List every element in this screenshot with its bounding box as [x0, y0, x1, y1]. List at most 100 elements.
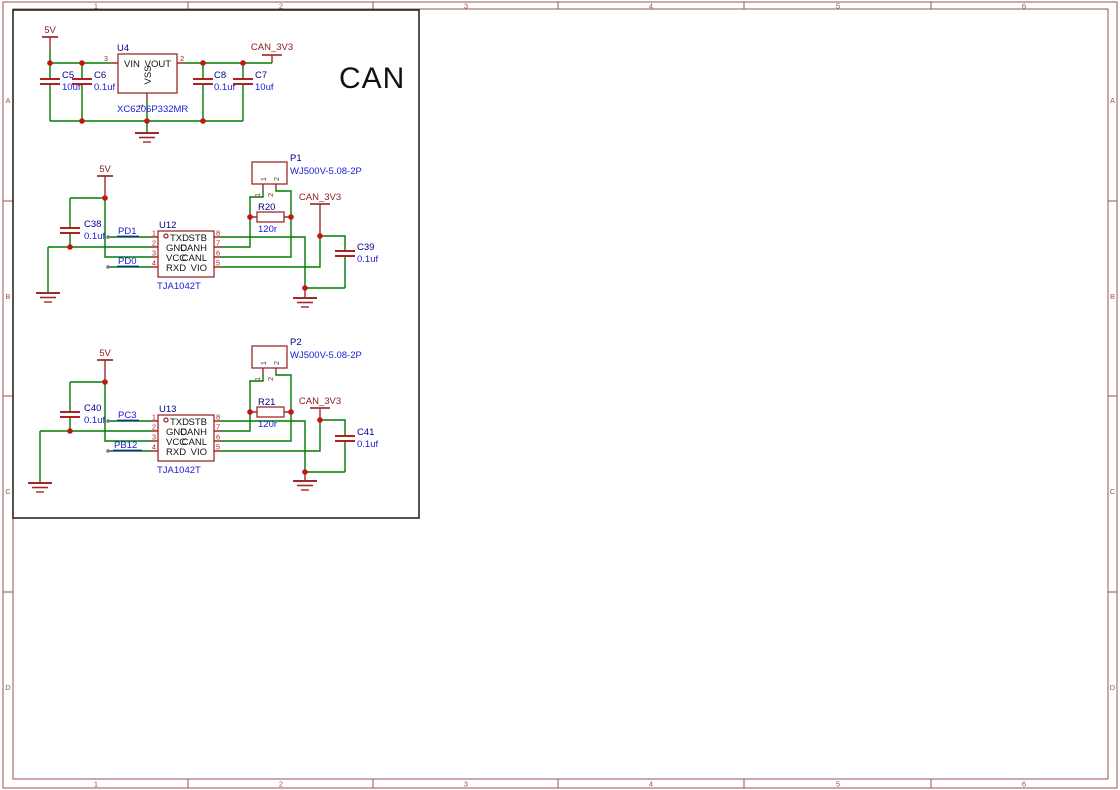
col-label-top: 6	[1022, 2, 1026, 11]
refdes: C41	[357, 427, 374, 438]
pin-number: 3	[104, 54, 108, 63]
refdes: R21	[258, 397, 275, 408]
pin-number: 2	[152, 239, 156, 248]
part-number: XC6206P332MR	[117, 104, 188, 115]
conn-pin-name: 2	[274, 177, 281, 181]
pin-number: 1	[152, 413, 156, 422]
col-label-bottom: 4	[649, 780, 653, 789]
pin-number: 3	[152, 433, 156, 442]
pin-number: 8	[216, 229, 220, 238]
net-label-5v: 5V	[99, 348, 111, 359]
col-label-bottom: 1	[94, 780, 98, 789]
value: 120r	[258, 419, 277, 430]
value: 0.1uf	[84, 415, 105, 426]
ground-icon	[135, 133, 159, 142]
p1-connector-symbol: 1 2 1 2 P1 WJ500V-5.08-2P	[252, 153, 362, 197]
value: 0.1uf	[357, 439, 378, 450]
sheet-border: 1 2 3 4 5 6 1 2 3 4 5 6 A B C D A B C D	[3, 2, 1117, 789]
conn-pin-number: 2	[266, 193, 275, 197]
col-label-bottom: 5	[836, 780, 840, 789]
refdes: C39	[357, 242, 374, 253]
port-dot	[106, 449, 110, 453]
refdes: P2	[290, 337, 302, 348]
border-row-labels: A B C D A B C D	[5, 96, 1116, 692]
net-label-5v: 5V	[99, 164, 111, 175]
capacitor-c8: C8 0.1uf	[193, 70, 235, 93]
row-label-left: D	[5, 683, 11, 692]
pin-number: 6	[216, 249, 220, 258]
can2-section: 5V CAN_3V3 PC3 PB12 C40 0.1uf U13 TJA104…	[28, 337, 378, 492]
net-label-can3v3: CAN_3V3	[251, 42, 293, 53]
pin-name: RXD	[166, 263, 186, 274]
pin-number: 4	[152, 443, 156, 452]
conn-pin-name: 1	[261, 177, 268, 181]
capacitor-c39: C39 0.1uf	[335, 242, 378, 265]
net-label-can3v3: CAN_3V3	[299, 396, 341, 407]
u12-transceiver-symbol: U12 TJA1042T TXD GND VCC RXD STB CANH CA…	[151, 220, 221, 292]
pin-number: 7	[216, 423, 220, 432]
pin-number: 5	[216, 443, 220, 452]
refdes: R20	[258, 202, 275, 213]
refdes: C40	[84, 403, 101, 414]
port-dot	[106, 235, 110, 239]
part-number: WJ500V-5.08-2P	[290, 166, 362, 177]
pin-number: 8	[216, 413, 220, 422]
regulator-section: 5V CAN_3V3 U4 VIN VOUT VSS 3 2 1 XC6206P…	[40, 25, 293, 142]
col-label-top: 1	[94, 2, 98, 11]
net-label-pd1: PD1	[118, 226, 136, 237]
conn-pin-number: 1	[253, 377, 262, 381]
refdes: C8	[214, 70, 226, 81]
schematic-canvas: 1 2 3 4 5 6 1 2 3 4 5 6 A B C D A B C D …	[0, 0, 1120, 790]
refdes: C7	[255, 70, 267, 81]
part-number: TJA1042T	[157, 465, 201, 476]
pin-number: 2	[152, 423, 156, 432]
pin-number: 1	[152, 229, 156, 238]
refdes: C38	[84, 219, 101, 230]
col-label-top: 4	[649, 2, 653, 11]
net-label-pd0: PD0	[118, 256, 136, 267]
part-number: TJA1042T	[157, 281, 201, 292]
r20-resistor-symbol: R20 120r	[250, 202, 291, 235]
conn-pin-name: 2	[274, 361, 281, 365]
value: 120r	[258, 224, 277, 235]
capacitor-c5: C5 10uf	[40, 70, 81, 93]
conn-pin-name: 1	[261, 361, 268, 365]
ground-icon	[36, 293, 60, 302]
net-label-pb12: PB12	[114, 440, 137, 451]
value: 0.1uf	[214, 82, 235, 93]
page-title: CAN	[339, 62, 405, 95]
refdes: U4	[117, 43, 129, 54]
part-number: WJ500V-5.08-2P	[290, 350, 362, 361]
value: 0.1uf	[84, 231, 105, 242]
col-label-bottom: 3	[464, 780, 468, 789]
col-label-top: 2	[279, 2, 283, 11]
r21-resistor-symbol: R21 120r	[250, 397, 291, 430]
can1-section: 5V CAN_3V3 PD1 PD0 C38 0.1uf U12 TJA1042…	[36, 153, 378, 307]
conn-pin-number: 1	[253, 193, 262, 197]
pin-number: 5	[216, 259, 220, 268]
row-label-right: B	[1110, 292, 1115, 301]
ground-icon	[28, 483, 52, 492]
p2-connector-symbol: 1 2 1 2 P2 WJ500V-5.08-2P	[252, 337, 362, 381]
border-ticks	[3, 2, 1117, 788]
capacitor-c38: C38 0.1uf	[60, 219, 105, 242]
border-outer-rect	[3, 2, 1117, 788]
pin-number: 2	[180, 54, 184, 63]
row-label-right: D	[1110, 683, 1116, 692]
row-label-right: C	[1110, 487, 1116, 496]
value: 10uf	[255, 82, 274, 93]
pin-name-vin: VIN	[124, 59, 140, 70]
row-label-left: A	[5, 96, 10, 105]
pin-number: 4	[152, 259, 156, 268]
border-inner-rect	[13, 9, 1108, 779]
row-label-left: C	[5, 487, 11, 496]
u4-regulator-symbol: U4 VIN VOUT VSS 3 2 1 XC6206P332MR	[104, 43, 189, 115]
net-label-5v: 5V	[44, 25, 56, 36]
pin-name: VIO	[191, 447, 207, 458]
value: 0.1uf	[357, 254, 378, 265]
port-dot	[106, 419, 110, 423]
u13-transceiver-symbol: U13 TJA1042T TXD GND VCC RXD STB CANH CA…	[151, 404, 221, 476]
pin-name: VIO	[191, 263, 207, 274]
capacitor-c41: C41 0.1uf	[335, 427, 378, 450]
pin-number: 7	[216, 239, 220, 248]
